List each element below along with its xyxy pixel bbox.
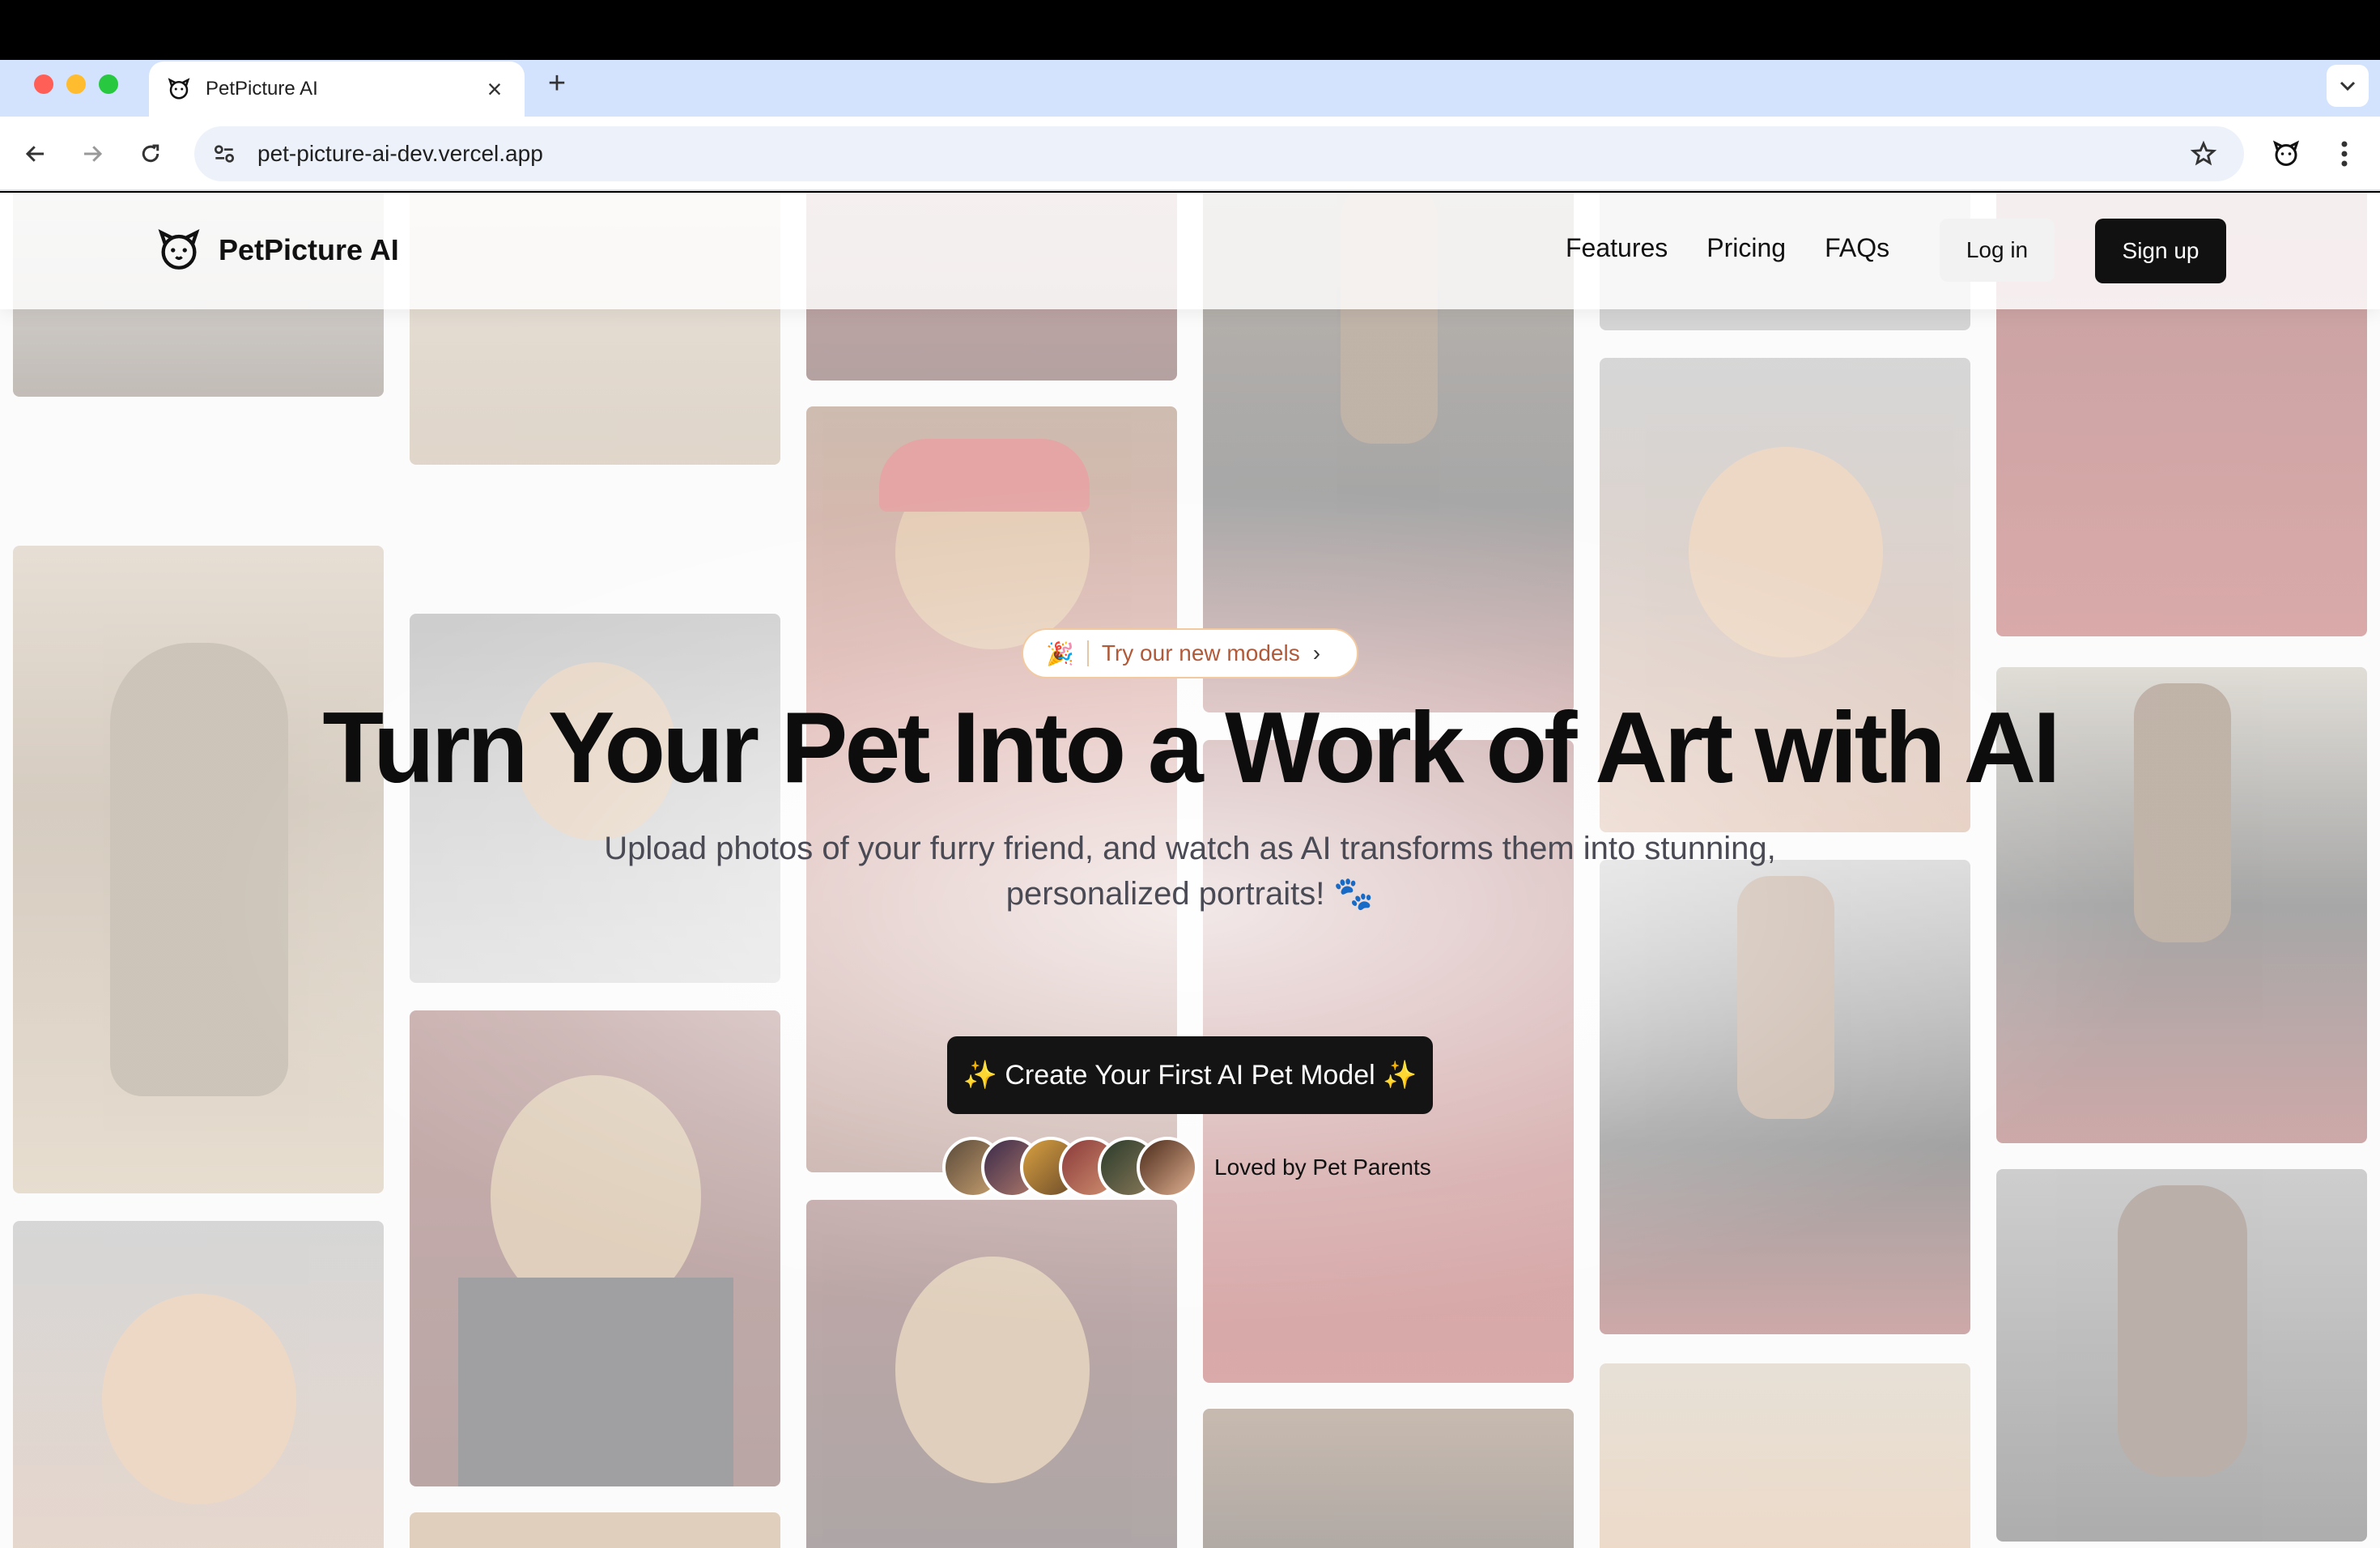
avatar-stack [942, 1137, 1198, 1198]
brand[interactable]: PetPicture AI [155, 227, 399, 274]
main-nav: Features Pricing FAQs [1566, 233, 1889, 263]
site-settings-icon[interactable] [198, 127, 251, 181]
back-icon[interactable] [18, 136, 53, 172]
pill-divider [1086, 640, 1089, 666]
extension-icon[interactable] [2267, 134, 2306, 173]
tab-list-icon[interactable] [2327, 65, 2369, 107]
new-models-pill[interactable]: 🎉 Try our new models › [1022, 628, 1358, 678]
tab-title: PetPicture AI [206, 78, 318, 100]
forward-icon[interactable] [74, 136, 110, 172]
url-text[interactable]: pet-picture-ai-dev.vercel.app [257, 141, 2184, 167]
close-tab-icon[interactable]: × [482, 76, 507, 102]
kebab-menu-icon[interactable] [2325, 134, 2364, 173]
signup-button[interactable]: Sign up [2095, 219, 2226, 283]
page-viewport: PetPicture AI Features Pricing FAQs Log … [0, 193, 2380, 1548]
social-proof-text: Loved by Pet Parents [1214, 1155, 1431, 1180]
hero-subtitle-line-1: Upload photos of your furry friend, and … [604, 831, 1776, 866]
site-header: PetPicture AI Features Pricing FAQs Log … [0, 193, 2380, 309]
paw-logo-icon [158, 228, 200, 270]
new-tab-button[interactable]: + [541, 68, 573, 100]
nav-link-faqs[interactable]: FAQs [1825, 233, 1889, 263]
reload-icon[interactable] [133, 136, 168, 172]
address-bar[interactable]: pet-picture-ai-dev.vercel.app [194, 126, 2244, 181]
close-window-button[interactable] [34, 74, 53, 94]
party-popper-icon: 🎉 [1046, 640, 1074, 666]
hero-subtitle-line-2: personalized portraits! 🐾 [1005, 876, 1375, 912]
paw-favicon-icon [168, 78, 190, 100]
social-proof: Loved by Pet Parents [942, 1137, 1431, 1198]
avatar [1137, 1137, 1198, 1198]
minimize-window-button[interactable] [66, 74, 86, 94]
nav-link-features[interactable]: Features [1566, 233, 1668, 263]
chevron-right-icon: › [1312, 640, 1321, 666]
brand-name: PetPicture AI [219, 233, 399, 266]
pill-text: Try our new models [1101, 640, 1300, 666]
login-button[interactable]: Log in [1940, 219, 2055, 282]
browser-tab[interactable]: PetPicture AI × [149, 62, 525, 117]
hero-headline: Turn Your Pet Into a Work of Art with AI [322, 692, 2060, 804]
zoom-window-button[interactable] [99, 74, 118, 94]
os-menu-bar [0, 0, 2380, 60]
nav-link-pricing[interactable]: Pricing [1706, 233, 1786, 263]
bookmark-star-icon[interactable] [2184, 134, 2223, 173]
create-model-button[interactable]: ✨ Create Your First AI Pet Model ✨ [947, 1036, 1433, 1114]
